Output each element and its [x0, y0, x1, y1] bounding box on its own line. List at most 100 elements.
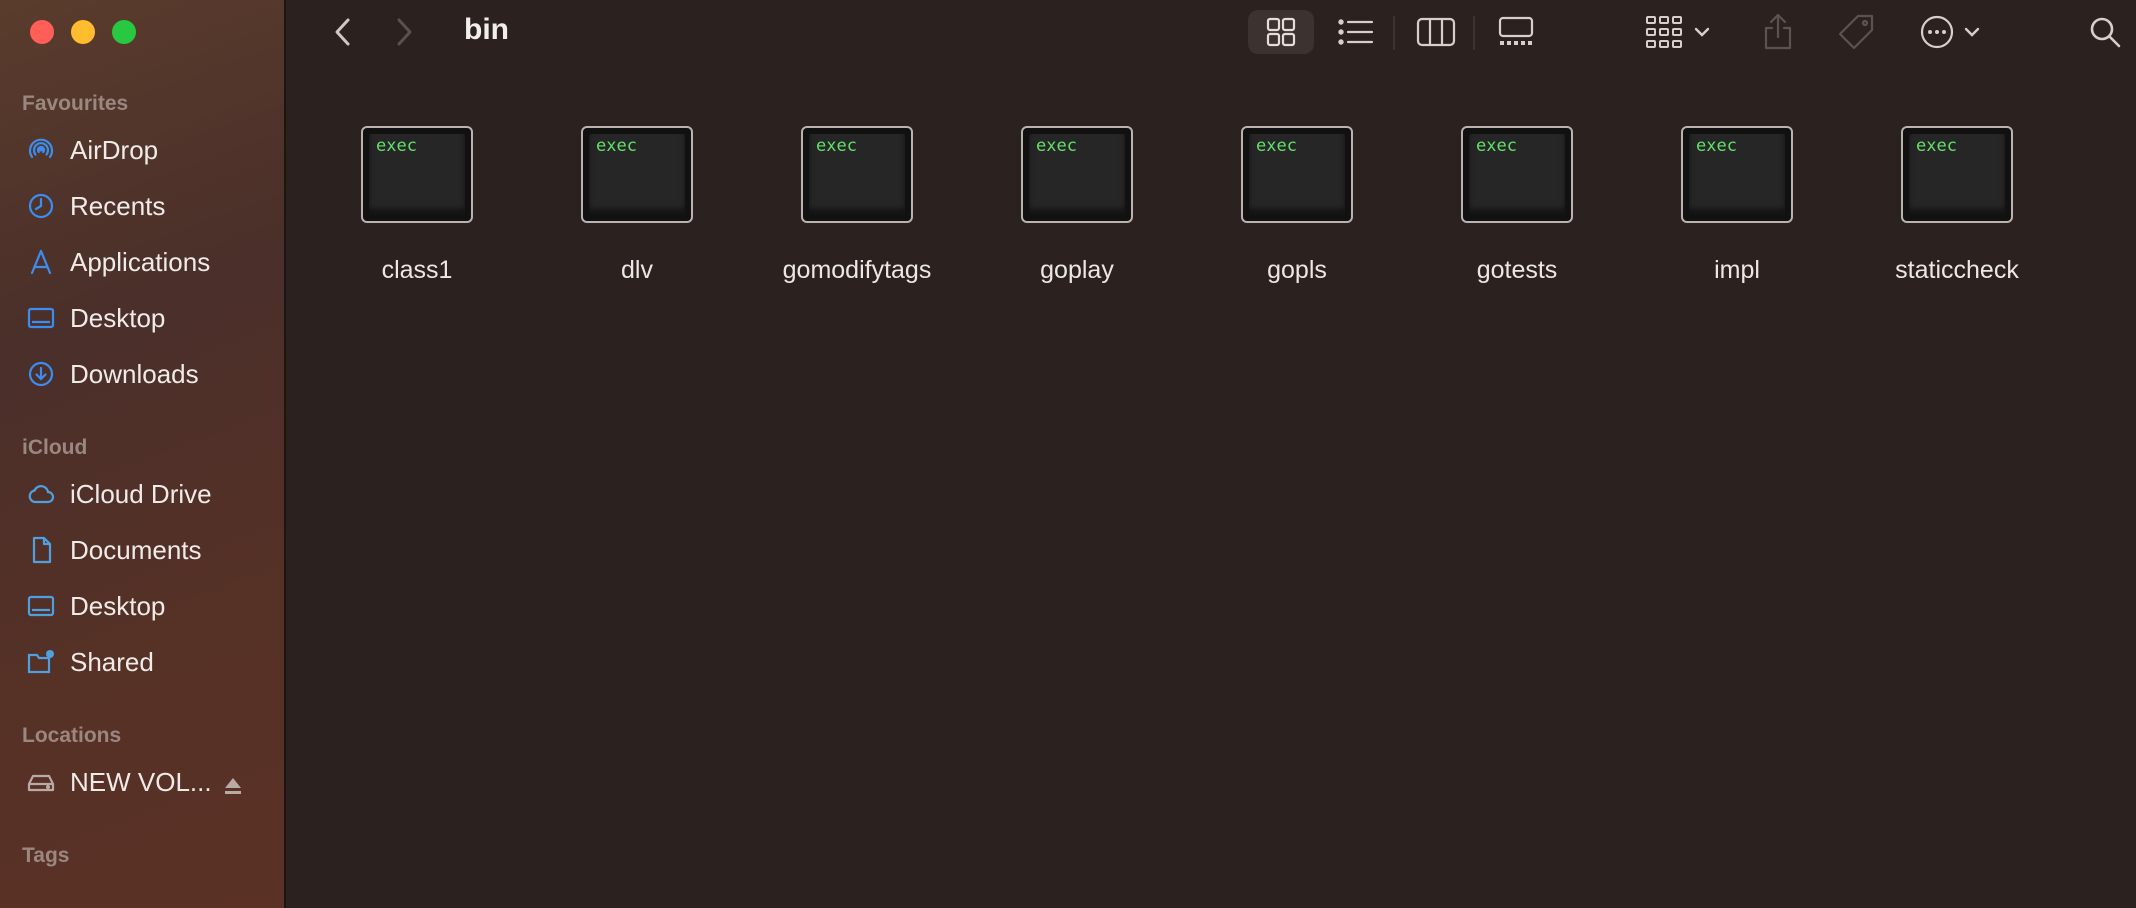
- back-button[interactable]: [323, 12, 363, 52]
- toolbar: bin: [288, 0, 2136, 64]
- sidebar-item-label: Documents: [70, 534, 202, 565]
- sidebar-item-label: AirDrop: [70, 134, 159, 165]
- exec-badge: exec: [376, 136, 417, 156]
- sidebar-item-downloads[interactable]: Downloads: [26, 352, 199, 396]
- toolbar-divider: [1473, 16, 1475, 50]
- file-item-class1[interactable]: exec class1: [317, 126, 517, 285]
- ellipsis-circle-icon: [1920, 15, 1954, 49]
- clock-icon: [26, 191, 56, 221]
- columns-icon: [1416, 17, 1456, 47]
- file-name: class1: [381, 256, 453, 284]
- exec-badge: exec: [1476, 136, 1517, 156]
- sidebar-item-recents[interactable]: Recents: [26, 184, 165, 228]
- file-item-dlv[interactable]: exec dlv: [537, 126, 737, 285]
- desktop-icon: [26, 303, 56, 333]
- tag-button[interactable]: [1826, 10, 1886, 54]
- sidebar-item-applications[interactable]: Applications: [26, 240, 210, 284]
- sidebar-item-label: NEW VOL...: [70, 766, 212, 797]
- window-title: bin: [464, 13, 509, 46]
- sidebar-item-icloud-drive[interactable]: iCloud Drive: [26, 472, 212, 516]
- locations-section-title: Locations: [22, 724, 122, 747]
- exec-badge: exec: [1256, 136, 1297, 156]
- sidebar-item-label: Desktop: [70, 590, 166, 621]
- chevron-left-icon: [335, 18, 350, 46]
- executable-file-icon: exec: [1241, 126, 1353, 223]
- executable-file-icon: exec: [1461, 126, 1573, 223]
- close-window-button[interactable]: [30, 20, 54, 44]
- downloads-icon: [26, 359, 56, 389]
- gallery-icon: [1498, 16, 1534, 45]
- file-name: gotests: [1476, 256, 1558, 284]
- executable-file-icon: exec: [361, 126, 473, 223]
- applications-icon: [26, 247, 56, 277]
- tag-icon: [1838, 14, 1874, 50]
- file-item-goplay[interactable]: exec goplay: [977, 126, 1177, 285]
- window-controls: [30, 20, 136, 44]
- sidebar-item-desktop[interactable]: Desktop: [26, 296, 165, 340]
- sidebar-item-label: Applications: [70, 246, 211, 277]
- cloud-icon: [26, 479, 56, 509]
- group-grid-icon: [1646, 16, 1682, 48]
- exec-badge: exec: [816, 136, 857, 156]
- forward-button[interactable]: [384, 12, 424, 52]
- executable-file-icon: exec: [581, 126, 693, 223]
- exec-badge: exec: [596, 136, 637, 156]
- sidebar-item-shared[interactable]: Shared: [26, 640, 154, 684]
- executable-file-icon: exec: [1681, 126, 1793, 223]
- exec-badge: exec: [1696, 136, 1737, 156]
- file-name: staticcheck: [1895, 256, 2019, 284]
- column-view-button[interactable]: [1406, 10, 1466, 54]
- sidebar-item-label: Downloads: [70, 358, 199, 389]
- executable-file-icon: exec: [1901, 126, 2013, 223]
- file-name: dlv: [621, 256, 653, 284]
- chevron-down-icon: [1964, 27, 1980, 37]
- sidebar-item-airdrop[interactable]: AirDrop: [26, 128, 158, 172]
- search-button[interactable]: [2080, 10, 2130, 54]
- icon-view-button[interactable]: [1248, 10, 1314, 54]
- sidebar-item-label: iCloud Drive: [70, 478, 212, 509]
- more-actions-button[interactable]: [1910, 10, 1990, 54]
- file-name: gopls: [1267, 256, 1327, 284]
- exec-badge: exec: [1036, 136, 1077, 156]
- minimize-window-button[interactable]: [71, 20, 95, 44]
- executable-file-icon: exec: [1021, 126, 1133, 223]
- airdrop-icon: [26, 135, 56, 165]
- sidebar-item-label: Recents: [70, 190, 166, 221]
- executable-file-icon: exec: [801, 126, 913, 223]
- sidebar-item-desktop-icloud[interactable]: Desktop: [26, 584, 165, 628]
- file-name: gomodifytags: [782, 256, 932, 284]
- file-item-gopls[interactable]: exec gopls: [1197, 126, 1397, 285]
- share-button[interactable]: [1748, 10, 1808, 54]
- icloud-section-title: iCloud: [22, 436, 88, 459]
- list-icon: [1338, 19, 1374, 45]
- desktop-icon: [26, 591, 56, 621]
- shared-folder-icon: [26, 647, 56, 677]
- sidebar: Favourites AirDrop Recents Applications: [0, 0, 286, 908]
- favourites-section-title: Favourites: [22, 92, 129, 115]
- toolbar-divider: [1393, 16, 1395, 50]
- file-item-impl[interactable]: exec impl: [1637, 126, 1837, 285]
- tags-section-title: Tags: [22, 844, 70, 867]
- chevron-down-icon: [1694, 27, 1710, 37]
- gallery-view-button[interactable]: [1486, 10, 1546, 54]
- list-view-button[interactable]: [1326, 10, 1386, 54]
- file-item-gomodifytags[interactable]: exec gomodifytags: [757, 126, 957, 285]
- share-icon: [1764, 13, 1792, 50]
- eject-icon[interactable]: [221, 774, 245, 798]
- grid-icon: [1266, 17, 1296, 47]
- document-icon: [26, 535, 56, 565]
- drive-icon: [26, 767, 56, 797]
- sidebar-item-label: Desktop: [70, 302, 166, 333]
- zoom-window-button[interactable]: [112, 20, 136, 44]
- sidebar-item-documents[interactable]: Documents: [26, 528, 202, 572]
- exec-badge: exec: [1916, 136, 1957, 156]
- group-by-button[interactable]: [1638, 10, 1718, 54]
- file-item-staticcheck[interactable]: exec staticcheck: [1857, 126, 2057, 285]
- file-name: goplay: [1040, 256, 1114, 284]
- sidebar-item-new-volume[interactable]: NEW VOL...: [26, 760, 212, 804]
- chevron-right-icon: [397, 18, 412, 46]
- search-icon: [2090, 17, 2121, 48]
- sidebar-item-label: Shared: [70, 646, 154, 677]
- file-item-gotests[interactable]: exec gotests: [1417, 126, 1617, 285]
- file-grid: exec class1 exec dlv exec gomodifytags e…: [288, 64, 2136, 908]
